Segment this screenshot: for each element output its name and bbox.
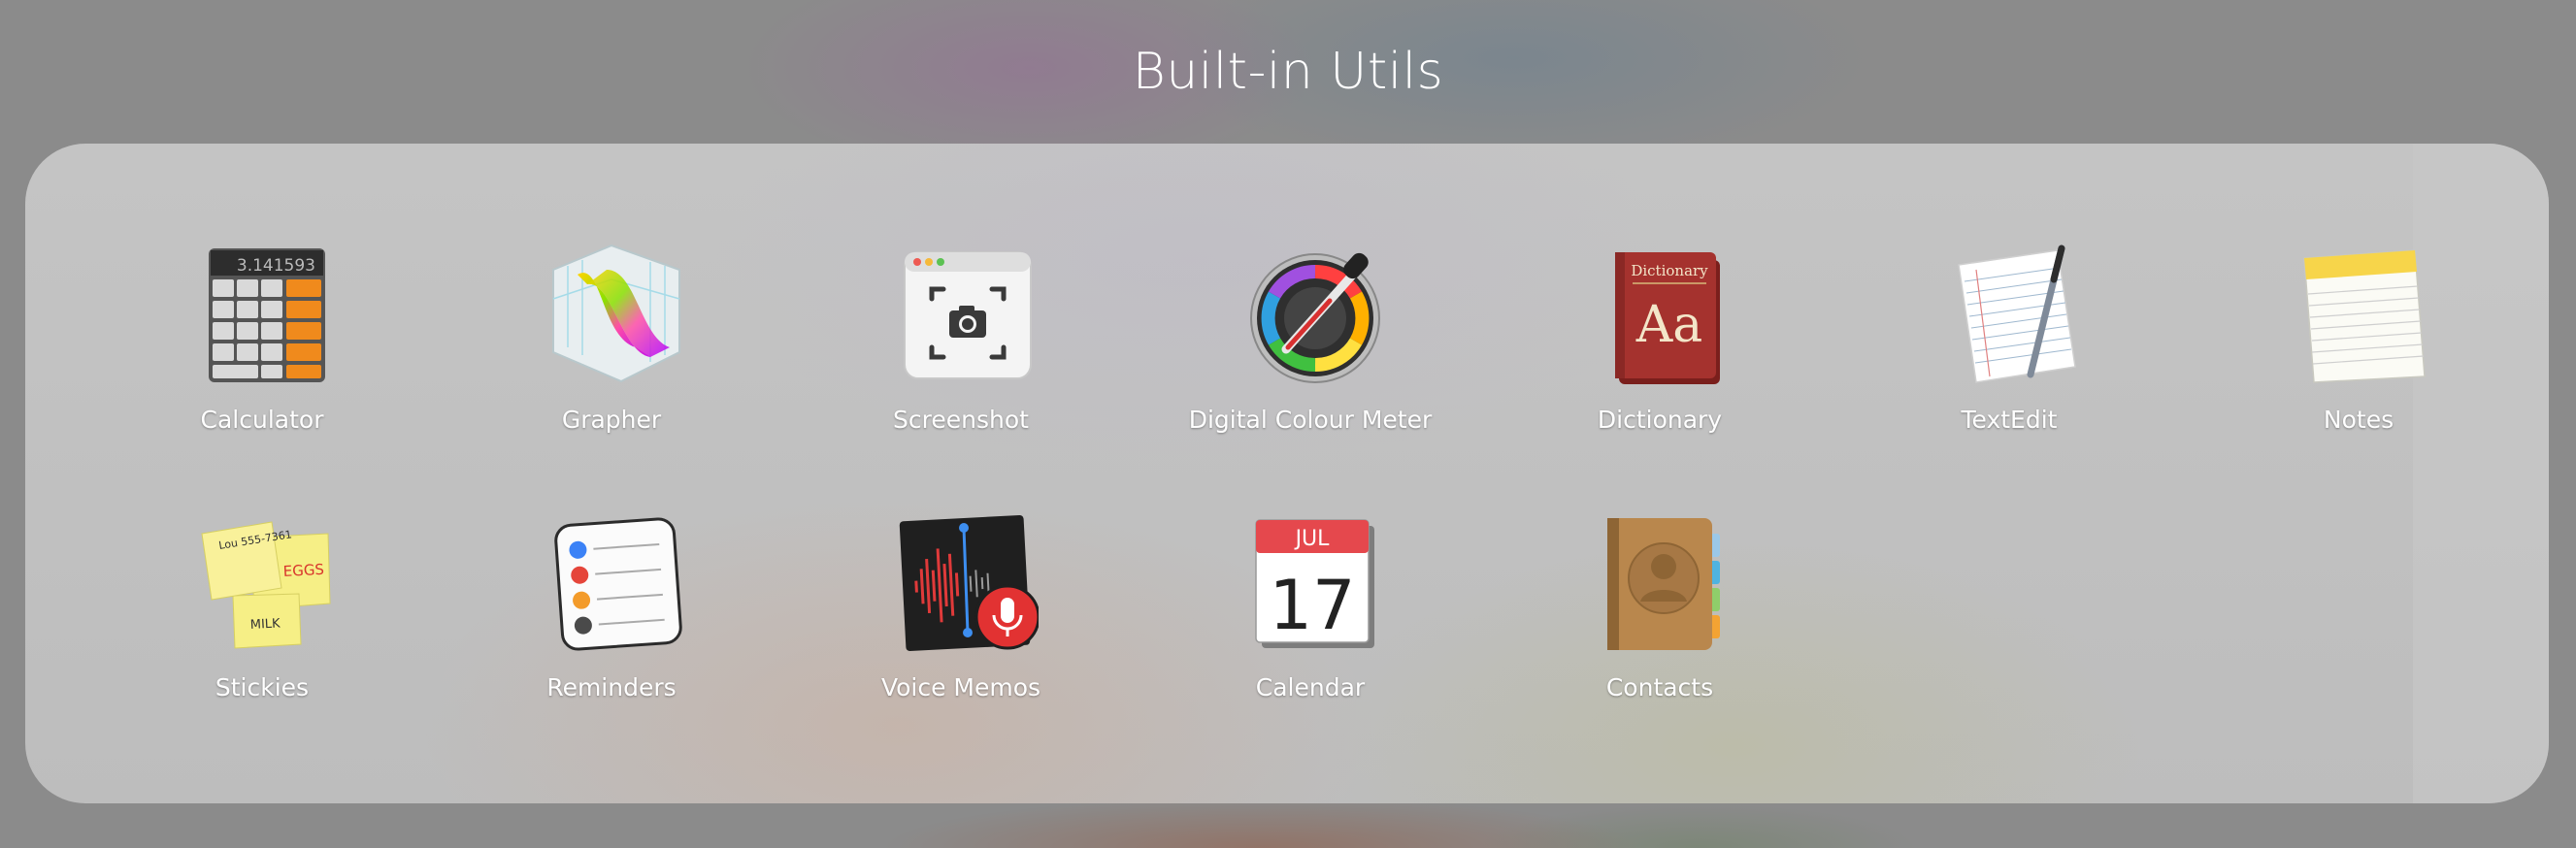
app-label: Stickies: [215, 673, 310, 701]
notes-icon: [2291, 241, 2436, 386]
svg-text:MILK: MILK: [249, 616, 281, 633]
reminders-icon: [544, 508, 689, 654]
stickies-icon: Lou 555-7361 EGGS MILK: [194, 508, 340, 654]
grapher-icon: [544, 241, 689, 386]
app-label: TextEdit: [1961, 406, 2058, 434]
app-label: Screenshot: [893, 406, 1029, 434]
app-label: Digital Colour Meter: [1188, 406, 1433, 434]
app-label: Dictionary: [1597, 406, 1723, 434]
calendar-icon: JUL 17: [1242, 508, 1388, 654]
app-label: Calculator: [200, 406, 324, 434]
contacts-icon: [1592, 508, 1737, 654]
folder-title[interactable]: Built-in Utils: [0, 43, 2576, 101]
app-label: Calendar: [1255, 673, 1366, 701]
voice-memos-icon: [893, 508, 1039, 654]
textedit-icon: [1941, 241, 2087, 386]
svg-text:Aa: Aa: [1635, 296, 1703, 354]
app-label: Contacts: [1605, 673, 1714, 701]
app-label: Notes: [2323, 406, 2394, 434]
app-label: Reminders: [546, 673, 677, 701]
app-label: Voice Memos: [880, 673, 1041, 701]
svg-text:Dictionary: Dictionary: [1631, 262, 1708, 279]
svg-text:EGGS: EGGS: [282, 561, 324, 580]
svg-text:17: 17: [1269, 566, 1355, 645]
colour-meter-icon: [1242, 241, 1388, 386]
screenshot-icon: [893, 241, 1039, 386]
calculator-icon: 3.141593: [194, 241, 340, 386]
app-label: Grapher: [561, 406, 662, 434]
svg-text:3.141593: 3.141593: [237, 256, 315, 276]
dictionary-icon: Dictionary Aa: [1592, 241, 1737, 386]
svg-text:JUL: JUL: [1294, 527, 1331, 551]
launchpad-folder-panel: 3.141593 Calculator Grapher Screenshot D…: [25, 144, 2549, 803]
